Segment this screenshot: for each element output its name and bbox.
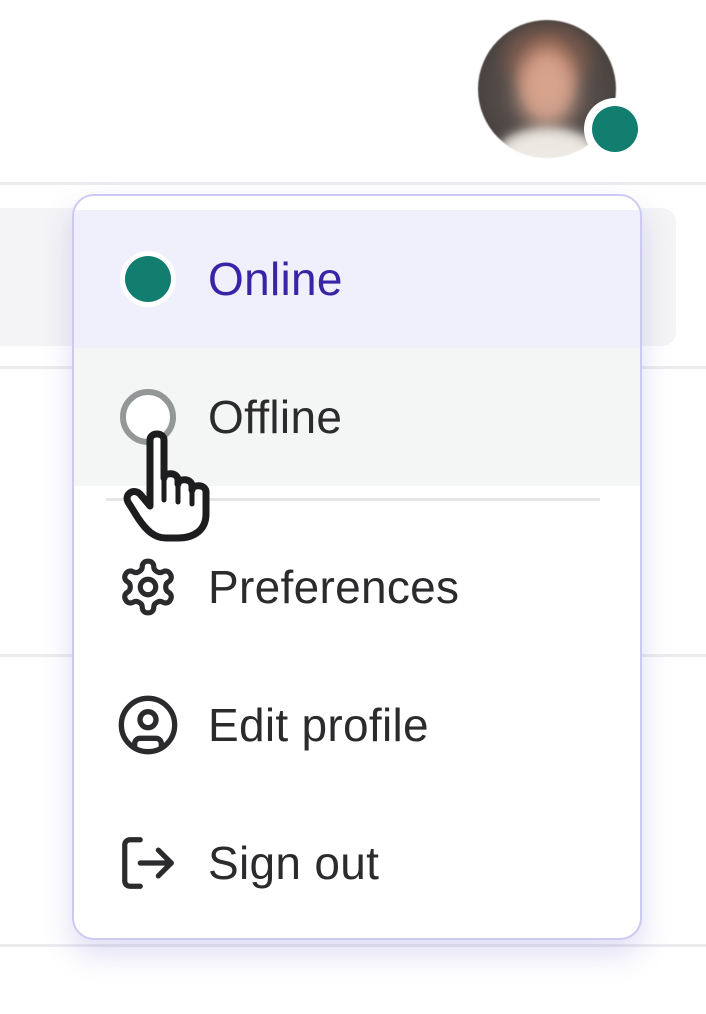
background-divider: [0, 182, 706, 185]
menu-item-label: Sign out: [208, 837, 380, 889]
status-online-dot-icon: [116, 247, 180, 311]
avatar-face: [518, 50, 576, 128]
menu-item-label: Edit profile: [208, 699, 429, 751]
menu-item-edit-profile[interactable]: Edit profile: [74, 656, 640, 794]
menu-item-label: Offline: [208, 391, 343, 443]
menu-item-online[interactable]: Online: [74, 210, 640, 348]
menu-item-offline[interactable]: Offline: [74, 348, 640, 486]
online-status-dot: [592, 106, 638, 152]
page: Online Offline Preferences Edit profile …: [0, 0, 706, 1014]
background-divider: [0, 944, 706, 947]
gear-icon: [116, 555, 180, 619]
menu-divider: [106, 498, 600, 501]
avatar-shirt: [498, 128, 598, 158]
menu-item-label: Online: [208, 253, 343, 305]
user-circle-icon: [116, 693, 180, 757]
sign-out-icon: [116, 831, 180, 895]
menu-item-sign-out[interactable]: Sign out: [74, 794, 640, 932]
status-offline-dot-icon: [116, 385, 180, 449]
menu-item-preferences[interactable]: Preferences: [74, 518, 640, 656]
menu-item-label: Preferences: [208, 561, 460, 613]
user-menu-dropdown: Online Offline Preferences Edit profile …: [72, 194, 642, 940]
avatar-status-indicator: [584, 98, 646, 160]
